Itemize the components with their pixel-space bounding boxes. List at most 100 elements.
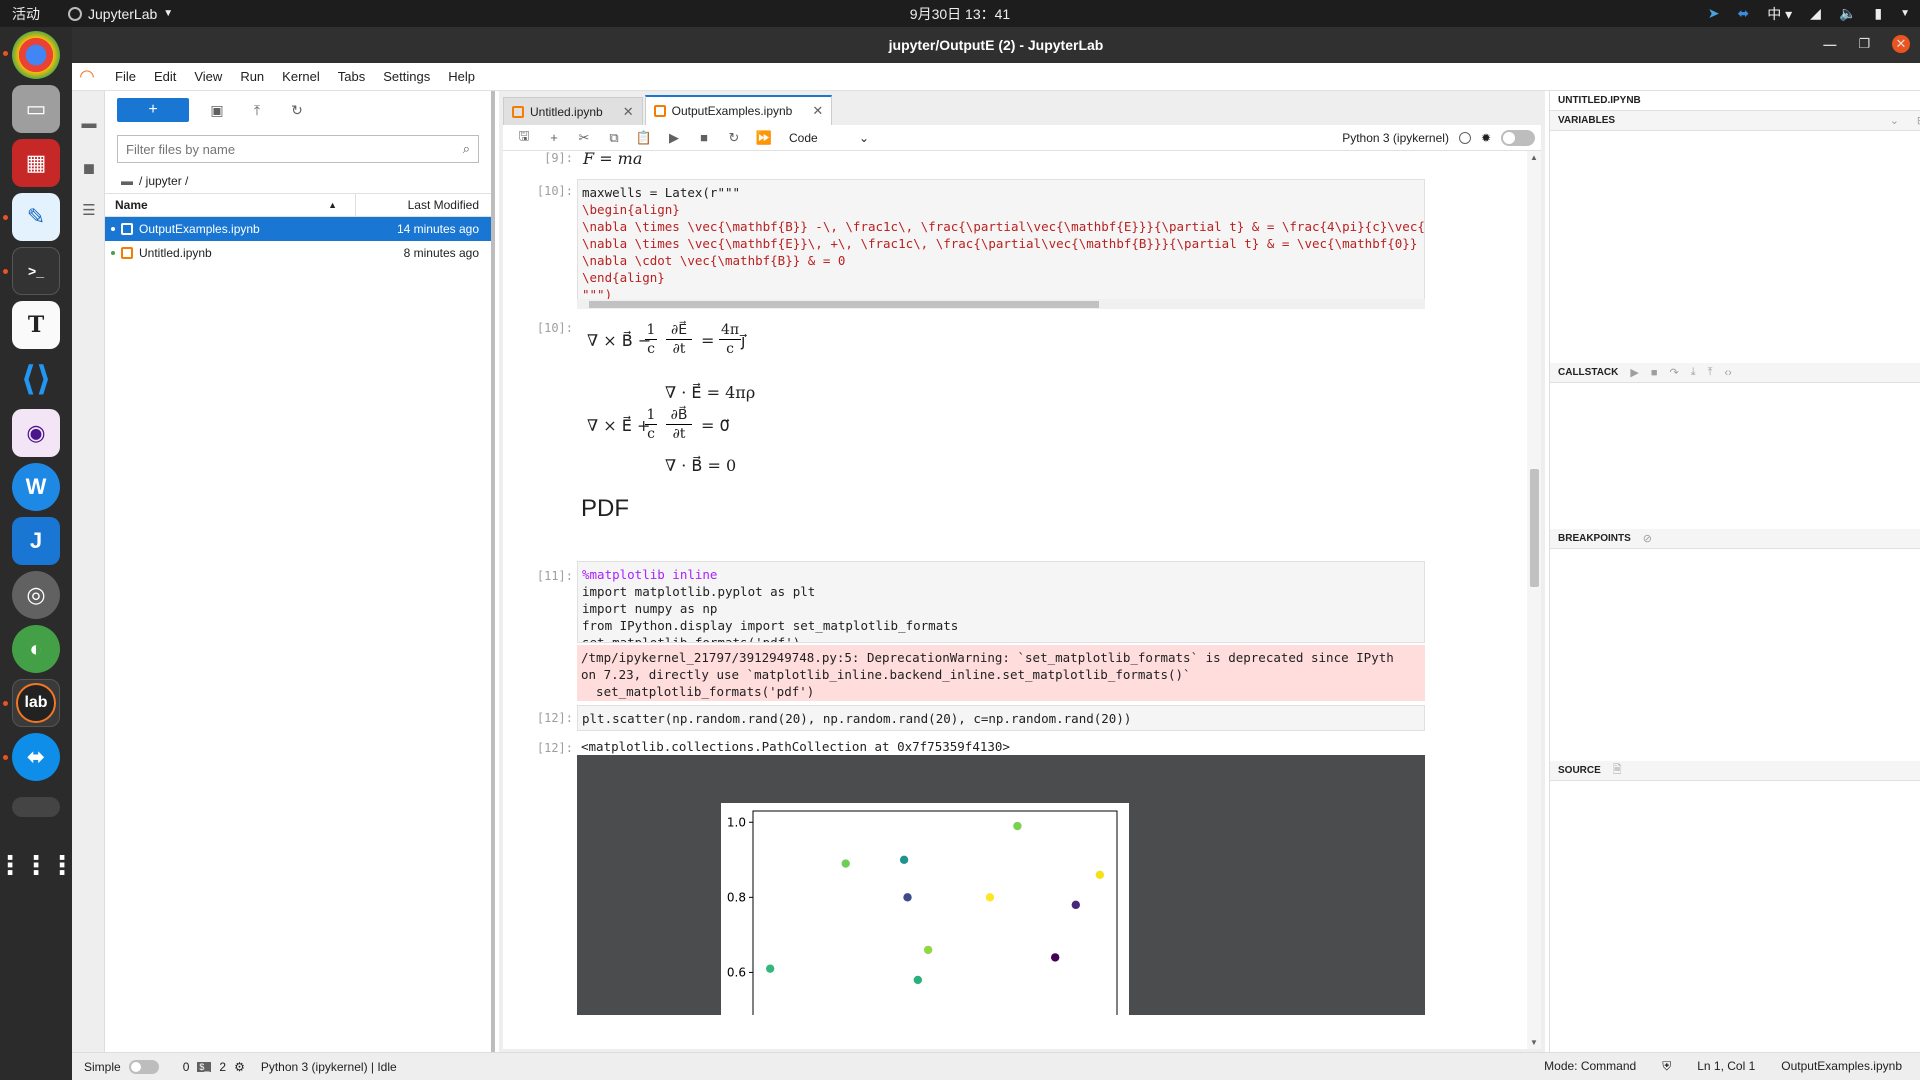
open-source-icon[interactable]: 🗎 [1613, 761, 1622, 780]
remove-breakpoints-icon[interactable]: ⊘ [1643, 532, 1652, 545]
menu-kernel[interactable]: Kernel [273, 69, 329, 84]
cell-type-select[interactable]: Code⌄ [789, 131, 869, 145]
running-sessions-icon[interactable]: ◼ [80, 159, 98, 177]
active-file: OutputExamples.ipynb [1781, 1059, 1902, 1074]
step-over-icon[interactable]: ↷ [1670, 366, 1679, 379]
menu-settings[interactable]: Settings [374, 69, 439, 84]
chevron-down-icon[interactable]: ⌄ [1890, 114, 1899, 127]
teamviewer-tray-icon[interactable]: ⬌ [1738, 5, 1750, 22]
menu-run[interactable]: Run [231, 69, 273, 84]
run-icon[interactable]: ▶ [659, 130, 689, 146]
close-tab-icon[interactable]: ✕ [812, 103, 823, 119]
minimize-icon[interactable]: — [1823, 37, 1836, 52]
horizontal-scrollbar[interactable] [577, 299, 1425, 309]
tab-outputexamples[interactable]: OutputExamples.ipynb ✕ [645, 95, 833, 125]
menu-edit[interactable]: Edit [145, 69, 185, 84]
file-browser: + ▣ ⤒ ↻ ⌕ ▬ / jupyter / Name▲ Last Modif… [105, 91, 495, 1052]
file-row[interactable]: OutputExamples.ipynb 14 minutes ago [105, 217, 491, 241]
activities-button[interactable]: 活动 [12, 4, 40, 24]
trusted-icon[interactable]: ⛨ [1662, 1059, 1671, 1074]
wifi-icon[interactable]: ◢ [1810, 5, 1821, 22]
window-titlebar[interactable]: jupyter/OutputE (2) - JupyterLab — ❐ ✕ [72, 27, 1920, 63]
notebook-mode: Mode: Command [1544, 1059, 1636, 1074]
text-editor-icon[interactable]: ✎ [12, 193, 60, 241]
app-menu[interactable]: JupyterLab ▼ [68, 6, 173, 22]
files-icon[interactable]: ▭ [12, 85, 60, 133]
close-tab-icon[interactable]: ✕ [623, 104, 634, 120]
fast-forward-icon[interactable]: ⏩ [749, 130, 779, 146]
code-cell[interactable]: maxwells = Latex(r""" \begin{align} \nab… [577, 179, 1425, 309]
breadcrumb-path[interactable]: / jupyter / [139, 174, 188, 188]
globe-app-icon[interactable]: ◐ [12, 625, 60, 673]
column-modified-header[interactable]: Last Modified [356, 194, 491, 216]
step-in-icon[interactable]: ⤓ [1691, 366, 1696, 379]
y-tick-label: 1.0 [727, 815, 746, 829]
new-folder-icon[interactable]: ▣ [197, 102, 237, 119]
filter-files-input[interactable] [126, 142, 463, 157]
step-out-icon[interactable]: ⤒ [1708, 366, 1713, 379]
telegram-icon[interactable]: ➤ [1708, 5, 1720, 22]
maximize-icon[interactable]: ❐ [1858, 36, 1870, 52]
terminal-icon[interactable]: >_ [12, 247, 60, 295]
vscode-icon[interactable]: ⟨⟩ [12, 355, 60, 403]
copy-icon[interactable]: ⧉ [599, 130, 629, 146]
save-icon[interactable]: 🖫 [509, 127, 539, 149]
typora-icon[interactable]: T [12, 301, 60, 349]
column-name-header[interactable]: Name▲ [105, 194, 356, 216]
teamviewer-icon[interactable]: ⬌ [12, 733, 60, 781]
debugger-toggle[interactable] [1501, 130, 1535, 146]
notebook-vertical-scrollbar[interactable]: ▲ ▼ [1527, 151, 1541, 1049]
add-cell-icon[interactable]: + [539, 130, 569, 145]
drive-icon[interactable] [12, 797, 60, 817]
volume-icon[interactable]: 🔈 [1839, 5, 1856, 22]
simple-mode-toggle[interactable] [129, 1060, 159, 1074]
menu-help[interactable]: Help [439, 69, 484, 84]
kernel-name[interactable]: Python 3 (ipykernel) [1342, 131, 1449, 145]
continue-icon[interactable]: ▶ [1630, 366, 1638, 379]
callstack-section-header[interactable]: CALLSTACK ▶ ■ ↷ ⤓ ⤒ ‹› [1550, 363, 1920, 383]
chrome-icon[interactable] [12, 31, 60, 79]
breakpoints-section-header[interactable]: BREAKPOINTS ⊘ [1550, 529, 1920, 549]
camera-icon[interactable]: ◉ [12, 409, 60, 457]
upload-icon[interactable]: ⤒ [237, 102, 277, 119]
close-window-icon[interactable]: ✕ [1892, 35, 1910, 53]
cell-prompt: [10]: [503, 321, 573, 335]
code-cell[interactable]: %matplotlib inline import matplotlib.pyp… [577, 561, 1425, 643]
menu-file[interactable]: File [106, 69, 145, 84]
power-menu-icon[interactable]: ▼ [1900, 8, 1910, 19]
cut-icon[interactable]: ✂ [569, 130, 599, 146]
scatter-point [924, 946, 932, 954]
kernel-status-icon [1459, 132, 1471, 144]
code-cell[interactable]: plt.scatter(np.random.rand(20), np.rando… [577, 705, 1425, 731]
folder-icon[interactable]: ▬ [121, 174, 133, 188]
input-method-indicator[interactable]: 中 ▾ [1767, 4, 1792, 24]
terminate-icon[interactable]: ■ [1651, 367, 1658, 379]
menu-tabs[interactable]: Tabs [329, 69, 374, 84]
tab-untitled[interactable]: Untitled.ipynb ✕ [503, 97, 643, 125]
kernel-status[interactable]: Python 3 (ipykernel) | Idle [261, 1060, 397, 1074]
table-of-contents-icon[interactable]: ☰ [80, 201, 98, 219]
screen-recorder-icon[interactable]: ▦ [12, 139, 60, 187]
cell-prompt: [12]: [503, 711, 573, 725]
menu-view[interactable]: View [185, 69, 231, 84]
clock[interactable]: 9月30日 13：41 [0, 4, 1920, 24]
evaluate-code-icon[interactable]: ‹› [1724, 367, 1731, 379]
show-apps-icon[interactable]: ⋮⋮⋮ [12, 841, 60, 889]
folder-icon[interactable]: ▬ [80, 115, 98, 133]
stop-icon[interactable]: ■ [689, 130, 719, 145]
source-section-header[interactable]: SOURCE 🗎 [1550, 761, 1920, 781]
variables-section-header[interactable]: VARIABLES ⌄ ⊞ ☰ [1550, 111, 1920, 131]
battery-icon[interactable]: ▮ [1874, 5, 1882, 22]
scatter-point [1013, 822, 1021, 830]
paste-icon[interactable]: 📋 [629, 130, 659, 146]
new-launcher-button[interactable]: + [117, 98, 189, 122]
restart-icon[interactable]: ↻ [719, 130, 749, 146]
file-row[interactable]: Untitled.ipynb 8 minutes ago [105, 241, 491, 265]
running-terminals[interactable]: 0 $_ 2 ⚙ [183, 1060, 245, 1074]
refresh-icon[interactable]: ↻ [277, 102, 317, 119]
eye-app-icon[interactable]: ◎ [12, 571, 60, 619]
jd-icon[interactable]: J [12, 517, 60, 565]
jupyterlab-icon[interactable]: lab [12, 679, 60, 727]
wps-icon[interactable]: W [12, 463, 60, 511]
cursor-position[interactable]: Ln 1, Col 1 [1697, 1059, 1755, 1074]
